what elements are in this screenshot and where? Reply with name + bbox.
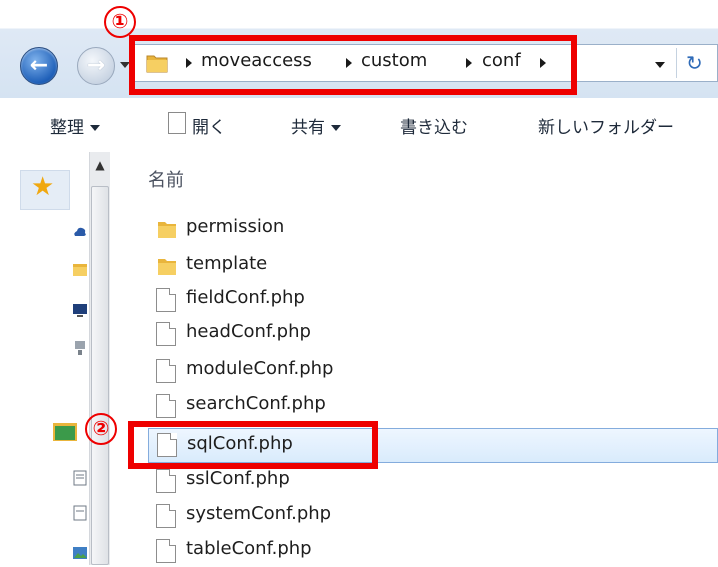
share-label: 共有 <box>291 118 325 138</box>
list-item-sslconf[interactable]: sslConf.php <box>148 465 718 497</box>
file-name: sslConf.php <box>186 468 290 489</box>
share-menu[interactable]: 共有 <box>291 113 341 138</box>
folder-icon <box>158 222 176 238</box>
file-icon <box>156 322 176 346</box>
libraries-icon[interactable] <box>52 420 78 442</box>
file-name: template <box>186 253 268 274</box>
callout-number-2: ② <box>85 413 117 445</box>
file-icon <box>156 539 176 563</box>
forward-arrow-icon: → <box>86 53 106 78</box>
file-icon <box>156 359 176 383</box>
file-name: searchConf.php <box>186 393 326 414</box>
organize-menu[interactable]: 整理 <box>50 113 100 138</box>
scroll-up-arrow-icon[interactable]: ▲ <box>90 158 110 180</box>
pictures-library-icon[interactable] <box>72 545 88 561</box>
file-icon <box>156 288 176 312</box>
callout-box-sqlconf <box>128 421 378 469</box>
burn-button[interactable]: 書き込む <box>400 113 468 138</box>
list-item-permission[interactable]: permission <box>148 213 718 245</box>
file-name: tableConf.php <box>186 538 312 559</box>
back-button[interactable]: ← <box>20 47 58 85</box>
file-icon <box>156 394 176 418</box>
organize-label: 整理 <box>50 118 84 138</box>
address-divider <box>676 48 677 78</box>
file-name: fieldConf.php <box>186 287 305 308</box>
list-item-searchconf[interactable]: searchConf.php <box>148 390 718 422</box>
name-column-header[interactable]: 名前 <box>148 166 184 192</box>
open-button[interactable]: 開く <box>192 113 226 138</box>
new-folder-button[interactable]: 新しいフォルダー <box>538 113 674 138</box>
callout-box-address-bar <box>129 35 577 95</box>
document-icon <box>168 112 186 134</box>
network-places-icon[interactable] <box>72 340 88 356</box>
file-name: moduleConf.php <box>186 358 334 379</box>
file-icon <box>156 504 176 528</box>
cloud-icon[interactable] <box>72 224 88 240</box>
refresh-icon[interactable]: ↻ <box>686 51 703 75</box>
address-history-dropdown-icon[interactable] <box>655 62 665 68</box>
list-item-systemconf[interactable]: systemConf.php <box>148 500 718 532</box>
callout-number-1: ① <box>104 6 136 38</box>
document-library-icon[interactable] <box>72 470 88 486</box>
list-item-template[interactable]: template <box>148 250 718 282</box>
chevron-down-icon <box>90 125 100 131</box>
list-item-moduleconf[interactable]: moduleConf.php <box>148 355 718 387</box>
list-item-tableconf[interactable]: tableConf.php <box>148 535 718 567</box>
forward-button[interactable]: → <box>77 47 115 85</box>
scrollbar-thumb[interactable] <box>91 186 109 565</box>
file-name: headConf.php <box>186 321 311 342</box>
music-library-icon[interactable] <box>72 505 88 521</box>
list-item-fieldconf[interactable]: fieldConf.php <box>148 284 718 316</box>
file-name: systemConf.php <box>186 503 332 524</box>
list-item-headconf[interactable]: headConf.php <box>148 318 718 350</box>
back-arrow-icon: ← <box>29 53 49 78</box>
navigation-pane <box>0 152 90 565</box>
desktop-icon[interactable] <box>72 302 88 318</box>
folder-icon <box>158 259 176 275</box>
file-icon <box>156 469 176 493</box>
file-name: permission <box>186 216 285 237</box>
folder-icon[interactable] <box>72 262 88 278</box>
star-icon: ★ <box>31 172 55 202</box>
chevron-down-icon <box>331 125 341 131</box>
